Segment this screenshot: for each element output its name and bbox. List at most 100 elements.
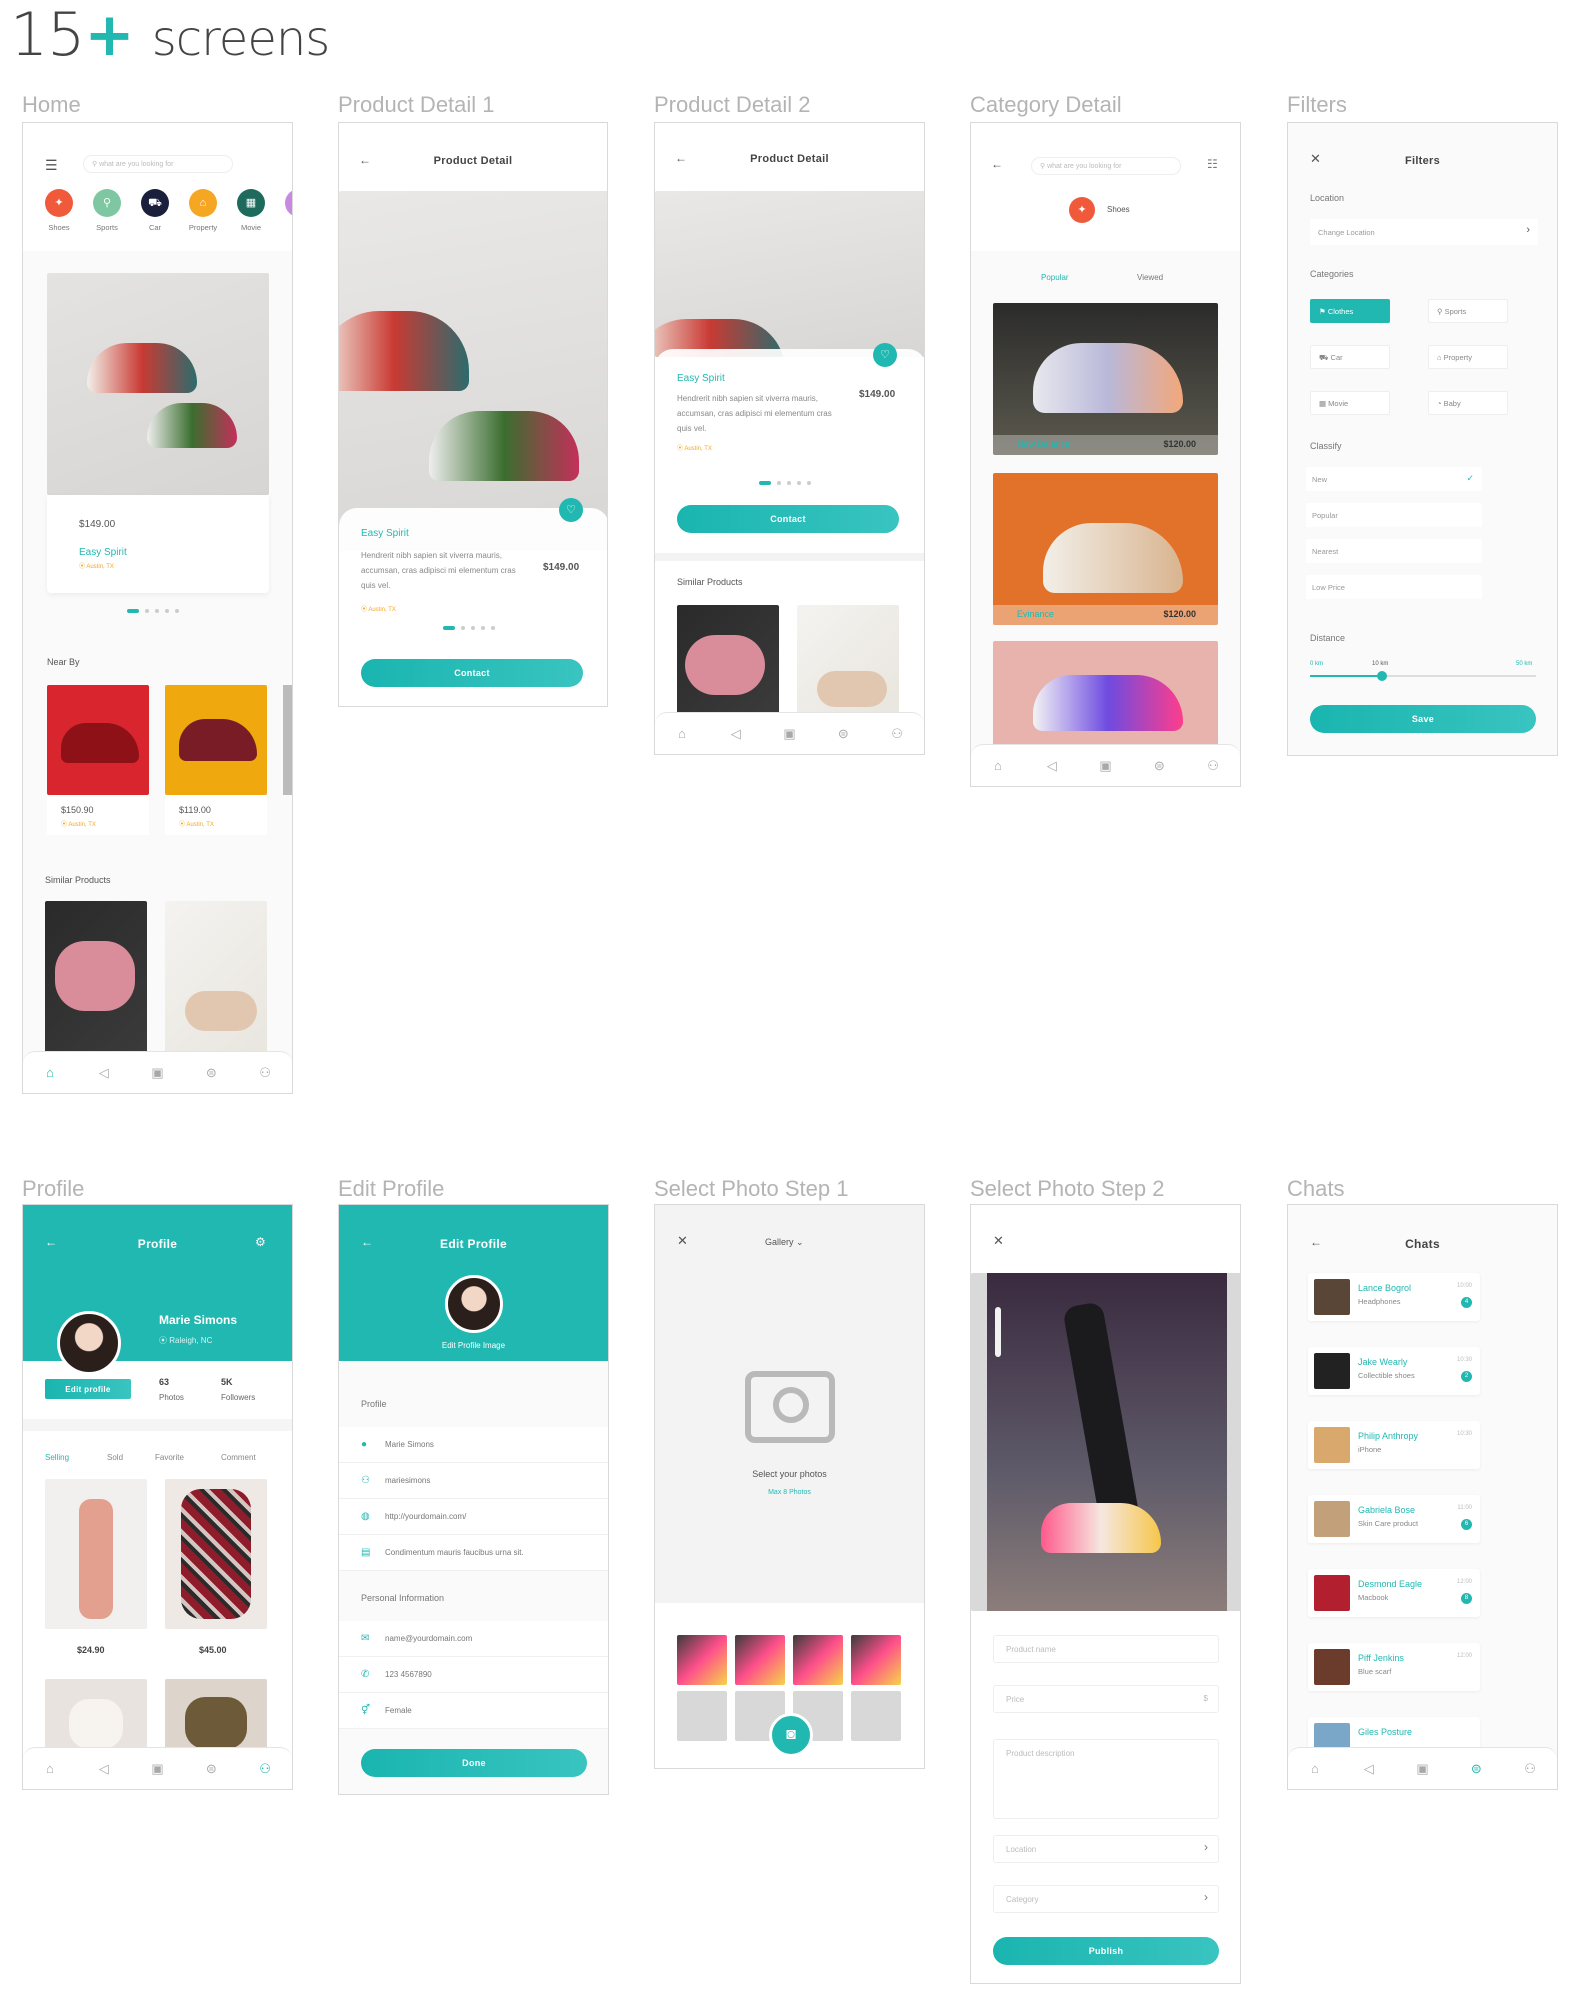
camera-icon[interactable]: ◙ — [769, 1713, 813, 1757]
tab-sold[interactable]: Sold — [107, 1453, 123, 1462]
location-field[interactable]: Location › — [993, 1835, 1219, 1863]
chat-icon[interactable]: ⊜ — [201, 1761, 221, 1777]
carousel-dots[interactable] — [127, 609, 179, 613]
name-row[interactable]: ● Marie Simons — [339, 1427, 608, 1463]
user-icon[interactable]: ⚇ — [255, 1761, 275, 1777]
avatar[interactable] — [445, 1275, 503, 1333]
chat-item[interactable]: Desmond Eagle Macbook 12:00 8 — [1308, 1569, 1480, 1617]
chat-icon[interactable]: ⊜ — [201, 1065, 221, 1081]
product-image[interactable] — [165, 1479, 267, 1629]
heart-icon[interactable]: ♡ — [873, 343, 897, 367]
change-location-row[interactable]: Change Location › — [1310, 219, 1538, 245]
category-sports-icon[interactable]: ⚲ — [93, 189, 121, 217]
website-row[interactable]: ◍ http://yourdomain.com/ — [339, 1499, 608, 1535]
empty-photo-slot[interactable] — [851, 1691, 901, 1741]
product-image[interactable] — [45, 1479, 147, 1629]
carousel-dots[interactable] — [443, 626, 495, 630]
navigate-icon[interactable]: ◁ — [94, 1761, 114, 1777]
camera-icon[interactable]: ▣ — [1412, 1761, 1432, 1777]
chat-item[interactable]: Piff Jenkins Blue scarf 12:00 — [1308, 1643, 1480, 1691]
navigate-icon[interactable]: ◁ — [94, 1065, 114, 1081]
product-card-image[interactable]: New Balance $120.00 — [993, 303, 1218, 455]
classify-option[interactable]: Popular — [1306, 503, 1482, 527]
nearby-item-image[interactable] — [165, 685, 267, 795]
filter-category-clothes[interactable]: ⚑ Clothes — [1310, 299, 1390, 323]
product-card-image[interactable] — [993, 641, 1218, 751]
publish-button[interactable]: Publish — [993, 1937, 1219, 1965]
filter-category-sports[interactable]: ⚲ Sports — [1428, 299, 1508, 323]
settings-icon[interactable]: ⚙ — [255, 1235, 266, 1249]
filter-icon[interactable]: ☷ — [1207, 157, 1218, 171]
featured-product-image[interactable] — [47, 273, 269, 495]
chat-icon[interactable]: ⊜ — [1149, 758, 1169, 774]
product-card-image[interactable]: Evinance $120.00 — [993, 473, 1218, 625]
phone-row[interactable]: ✆ 123 4567890 — [339, 1657, 608, 1693]
edit-profile-image-link[interactable]: Edit Profile Image — [339, 1341, 608, 1350]
home-icon[interactable]: ⌂ — [1305, 1761, 1325, 1776]
navigate-icon[interactable]: ◁ — [1042, 758, 1062, 774]
email-row[interactable]: ✉ name@yourdomain.com — [339, 1621, 608, 1657]
gender-row[interactable]: ⚥ Female — [339, 1693, 608, 1729]
heart-icon[interactable]: ♡ — [559, 498, 583, 522]
chat-item[interactable]: Philip Anthropy iPhone 10:30 — [1308, 1421, 1480, 1469]
photo-thumbnail[interactable] — [793, 1635, 843, 1685]
filter-category-baby[interactable]: ◔ Baby — [1428, 391, 1508, 415]
tab-viewed[interactable]: Viewed — [1137, 273, 1163, 282]
product-name-field[interactable]: Product name — [993, 1635, 1219, 1663]
classify-option[interactable]: Nearest — [1306, 539, 1482, 563]
camera-icon[interactable]: ▣ — [1095, 758, 1115, 774]
category-movie-icon[interactable]: ▦ — [237, 189, 265, 217]
contact-button[interactable]: Contact — [677, 505, 899, 533]
category-shoes-icon[interactable]: ✦ — [45, 189, 73, 217]
similar-product-image[interactable] — [45, 901, 147, 1061]
chat-item[interactable]: Jake Wearly Collectible shoes 10:30 2 — [1308, 1347, 1480, 1395]
chat-icon[interactable]: ⊜ — [1466, 1761, 1486, 1777]
close-icon[interactable]: ✕ — [993, 1233, 1004, 1249]
home-icon[interactable]: ⌂ — [40, 1761, 60, 1776]
camera-icon[interactable]: ▣ — [147, 1065, 167, 1081]
gallery-dropdown[interactable]: Gallery ⌄ — [765, 1237, 804, 1248]
price-field[interactable]: Price $ — [993, 1685, 1219, 1713]
navigate-icon[interactable]: ◁ — [726, 726, 746, 742]
tab-comment[interactable]: Comment — [221, 1453, 256, 1462]
camera-icon[interactable]: ▣ — [779, 726, 799, 742]
search-input[interactable]: ⚲ what are you looking for — [1031, 157, 1181, 175]
save-button[interactable]: Save — [1310, 705, 1536, 733]
empty-photo-slot[interactable] — [677, 1691, 727, 1741]
menu-icon[interactable]: ☰ — [45, 157, 58, 174]
user-icon[interactable]: ⚇ — [1520, 1761, 1540, 1777]
chat-item[interactable]: Lance Bogrol Headphones 10:00 4 — [1308, 1273, 1480, 1321]
filter-category-car[interactable]: ⛟ Car — [1310, 345, 1390, 369]
user-icon[interactable]: ⚇ — [255, 1065, 275, 1081]
slider-handle[interactable] — [1377, 671, 1388, 681]
classify-option[interactable]: New ✓ — [1306, 467, 1482, 491]
avatar[interactable] — [57, 1311, 121, 1375]
back-arrow-icon[interactable]: ← — [991, 157, 1003, 171]
category-car-icon[interactable]: ⛟ — [141, 189, 169, 217]
navigate-icon[interactable]: ◁ — [1359, 1761, 1379, 1777]
similar-product-image[interactable] — [165, 901, 267, 1061]
done-button[interactable]: Done — [361, 1749, 587, 1777]
nearby-item-image[interactable] — [47, 685, 149, 795]
chat-item[interactable]: Gabriela Bose Skin Care product 11:00 6 — [1308, 1495, 1480, 1543]
classify-option[interactable]: Low Price — [1306, 575, 1482, 599]
product-image[interactable] — [45, 1679, 147, 1749]
tab-favorite[interactable]: Favorite — [155, 1453, 184, 1462]
tab-selling[interactable]: Selling — [45, 1453, 69, 1462]
contact-button[interactable]: Contact — [361, 659, 583, 687]
username-row[interactable]: ⚇ mariesimons — [339, 1463, 608, 1499]
photo-thumbnail[interactable] — [851, 1635, 901, 1685]
filter-category-property[interactable]: ⌂ Property — [1428, 345, 1508, 369]
tab-popular[interactable]: Popular — [1041, 273, 1069, 282]
camera-icon[interactable]: ▣ — [147, 1761, 167, 1777]
product-image[interactable] — [165, 1679, 267, 1749]
similar-product-image[interactable] — [677, 605, 779, 715]
close-icon[interactable]: ✕ — [677, 1233, 688, 1249]
search-input[interactable]: ⚲ what are you looking for — [83, 155, 233, 173]
home-icon[interactable]: ⌂ — [672, 726, 692, 741]
photo-thumbnail[interactable] — [677, 1635, 727, 1685]
bio-row[interactable]: ▤ Condimentum mauris faucibus urna sit. — [339, 1535, 608, 1571]
product-description-field[interactable]: Product description — [993, 1739, 1219, 1819]
category-field[interactable]: Category › — [993, 1885, 1219, 1913]
user-icon[interactable]: ⚇ — [1203, 758, 1223, 774]
